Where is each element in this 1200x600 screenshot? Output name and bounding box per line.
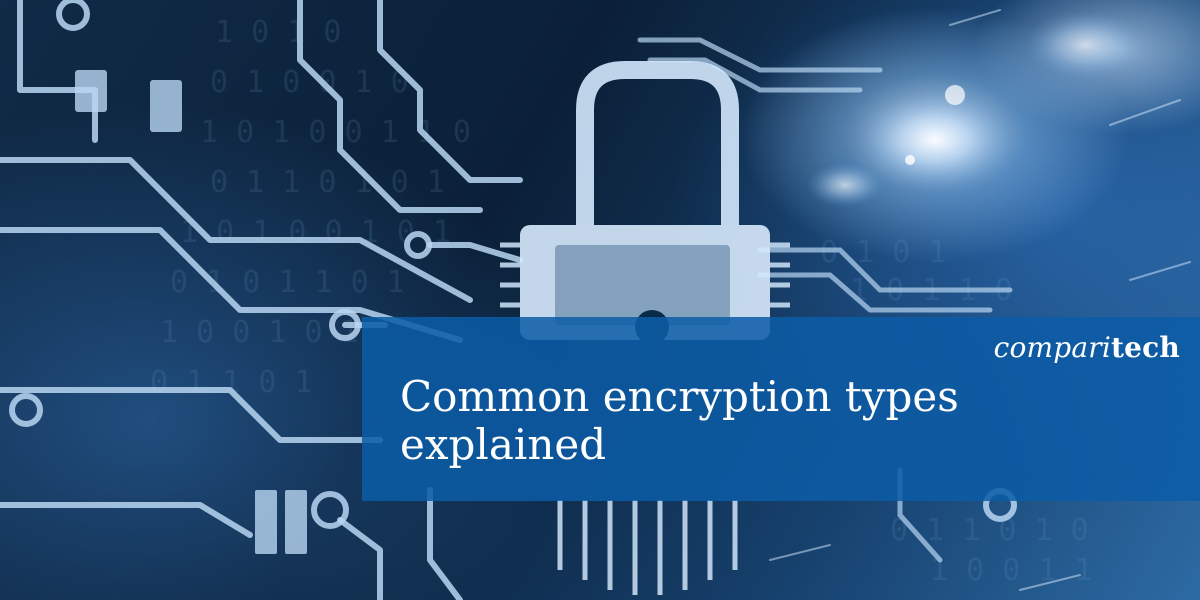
svg-text:1 0 1 0: 1 0 1 0 (215, 15, 341, 50)
svg-text:1 0 1 0 0 1 0 1: 1 0 1 0 0 1 0 1 (180, 215, 451, 250)
svg-text:1 0 0 1 1: 1 0 0 1 1 (930, 553, 1093, 588)
svg-text:0 1 1 0 1 0: 0 1 1 0 1 0 (890, 513, 1089, 548)
hero-image: 1 0 1 0 0 1 0 0 1 0 1 0 1 0 0 1 1 0 0 1 … (0, 0, 1200, 600)
brand-logo-part1: compari (993, 331, 1112, 364)
headline-line-1: Common encryption types (400, 372, 959, 421)
title-banner: comparitech Common encryption types expl… (362, 317, 1200, 501)
headline: Common encryption types explained (400, 373, 1180, 469)
light-flare (807, 11, 1145, 207)
circuit-background: 1 0 1 0 0 1 0 0 1 0 1 0 1 0 0 1 1 0 0 1 … (0, 0, 1191, 600)
svg-text:0 1 1 0 1 0 1: 0 1 1 0 1 0 1 (210, 165, 445, 200)
brand-logo-part2: tech (1111, 331, 1180, 364)
svg-text:1 0 1 0 0 1 1 0: 1 0 1 0 0 1 1 0 (200, 115, 471, 150)
brand-logo: comparitech (994, 331, 1180, 364)
svg-text:0 1 0 1 1 0 1: 0 1 0 1 1 0 1 (170, 265, 405, 300)
headline-line-2: explained (400, 420, 607, 469)
svg-text:1 0 0 1 0 1: 1 0 0 1 0 1 (160, 315, 359, 350)
